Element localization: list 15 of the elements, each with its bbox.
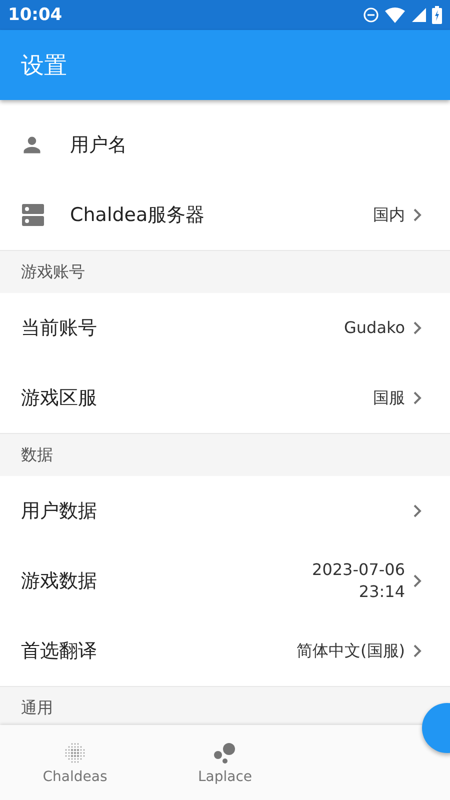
bubbles-icon <box>213 740 237 764</box>
server-icon <box>21 203 45 227</box>
section-header: 通用 <box>21 698 53 718</box>
nav-tab[interactable]: Laplace <box>150 725 300 800</box>
battery-charging-icon <box>432 6 442 24</box>
person-icon <box>21 134 43 156</box>
do-not-disturb-icon <box>363 7 379 23</box>
section-header: 数据 <box>21 444 53 466</box>
section-header: 游戏账号 <box>21 262 85 282</box>
nav-tab[interactable]: Chaldeas <box>0 725 150 800</box>
dot-grid-icon <box>63 740 87 764</box>
app-bar-title: 设置 <box>21 52 67 80</box>
wifi-icon <box>385 7 405 23</box>
status-time: 10:04 <box>8 5 62 25</box>
signal-icon <box>411 7 426 23</box>
